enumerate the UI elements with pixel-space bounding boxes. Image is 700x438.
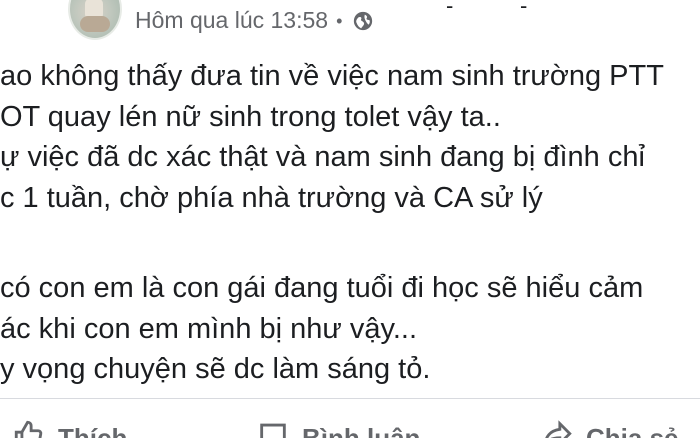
post-text: ao không thấy đưa tin về việc nam sinh t…: [0, 56, 700, 390]
post-text-line: có con em là con gái đang tuổi đi học sẽ…: [0, 272, 644, 304]
post-text-line: ác khi con em mình bị như vậy...: [0, 312, 418, 345]
share-label: Chia sẻ: [586, 423, 679, 438]
post-text-line: ao không thấy đưa tin về việc nam sinh t…: [0, 60, 664, 92]
post-header: - - Hôm qua lúc 13:58 •: [0, 0, 700, 50]
post-action-bar: Thích Bình luận Chia sẻ: [0, 404, 700, 438]
post-text-line: y vọng chuyện sẽ dc làm sáng tỏ.: [0, 353, 431, 385]
share-icon: [540, 418, 574, 438]
like-label: Thích: [58, 423, 128, 438]
post-text-line: [0, 218, 700, 268]
comment-label: Bình luận: [302, 423, 421, 438]
cropped-text: -: [520, 0, 528, 18]
post-text-line: ự việc đã dc xác thật và nam sinh đang b…: [0, 141, 645, 173]
thumbs-up-icon: [12, 418, 46, 438]
meta-separator: •: [336, 10, 343, 31]
globe-icon[interactable]: [352, 10, 374, 32]
post-text-line: OT quay lén nữ sinh trong tolet vậy ta..: [0, 100, 501, 133]
cropped-text: -: [446, 0, 454, 18]
post-meta: Hôm qua lúc 13:58 •: [135, 7, 374, 34]
comment-button[interactable]: Bình luận: [256, 418, 420, 438]
comment-icon: [256, 418, 290, 438]
action-divider: [0, 398, 700, 399]
avatar-shape: [80, 16, 110, 32]
share-button[interactable]: Chia sẻ: [540, 418, 679, 438]
avatar[interactable]: [68, 0, 122, 40]
like-button[interactable]: Thích: [12, 418, 127, 438]
post-timestamp[interactable]: Hôm qua lúc 13:58: [135, 7, 328, 34]
post-text-line: c 1 tuần, chờ phía nhà trường và CA sử l…: [0, 181, 543, 214]
